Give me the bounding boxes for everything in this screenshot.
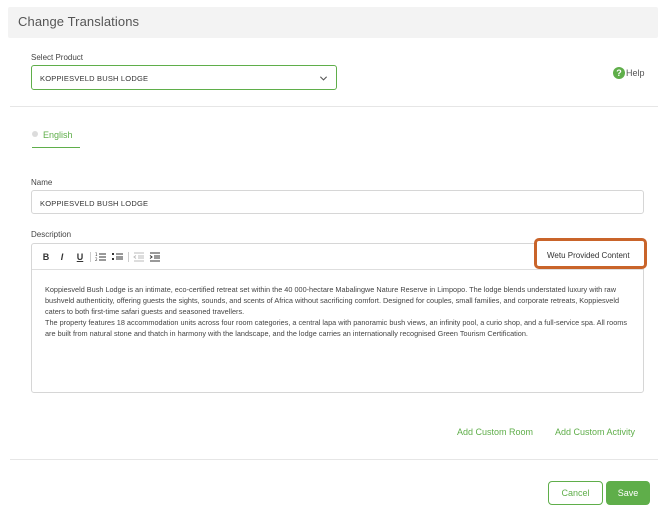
description-label: Description [31,230,72,239]
product-select-value: KOPPIESVELD BUSH LODGE [40,74,149,83]
bullet-list-icon[interactable] [112,251,124,263]
help-label: Help [626,67,645,78]
name-input-value: KOPPIESVELD BUSH LODGE [40,199,149,208]
toolbar-separator [128,252,129,262]
page-header: Change Translations [8,7,658,38]
add-custom-activity-link[interactable]: Add Custom Activity [555,427,635,437]
svg-text:2: 2 [95,257,98,262]
save-button[interactable]: Save [606,481,650,505]
footer-divider [10,459,658,460]
help-icon: ? [613,66,625,79]
ordered-list-icon[interactable]: 1 2 [95,251,107,263]
description-paragraph: The property features 18 accommodation u… [45,318,628,338]
tab-status-dot [32,131,38,137]
tab-english[interactable]: English [32,128,80,148]
description-content[interactable]: Koppiesveld Bush Lodge is an intimate, e… [45,284,635,339]
section-divider [10,106,658,107]
italic-button[interactable]: I [56,251,68,263]
underline-button[interactable]: U [74,251,86,263]
indent-icon[interactable] [149,251,161,263]
name-label: Name [31,178,53,187]
page-title: Change Translations [18,14,140,29]
change-translations-page: Change Translations Select Product KOPPI… [0,0,670,523]
description-paragraph: Koppiesveld Bush Lodge is an intimate, e… [45,285,620,316]
product-select[interactable]: KOPPIESVELD BUSH LODGE [31,65,337,90]
wetu-provided-content-label: Wetu Provided Content [547,251,630,260]
name-input[interactable]: KOPPIESVELD BUSH LODGE [31,190,644,214]
cancel-button[interactable]: Cancel [548,481,603,505]
outdent-icon[interactable] [133,251,145,263]
select-product-label: Select Product [31,53,84,62]
wetu-provided-content-button[interactable]: Wetu Provided Content [534,238,647,269]
chevron-down-icon [319,76,328,81]
help-link[interactable]: ? Help [613,66,645,79]
toolbar-separator [90,252,91,262]
tab-english-label: English [43,130,73,140]
add-custom-room-link[interactable]: Add Custom Room [457,427,533,437]
bold-button[interactable]: B [40,251,52,263]
